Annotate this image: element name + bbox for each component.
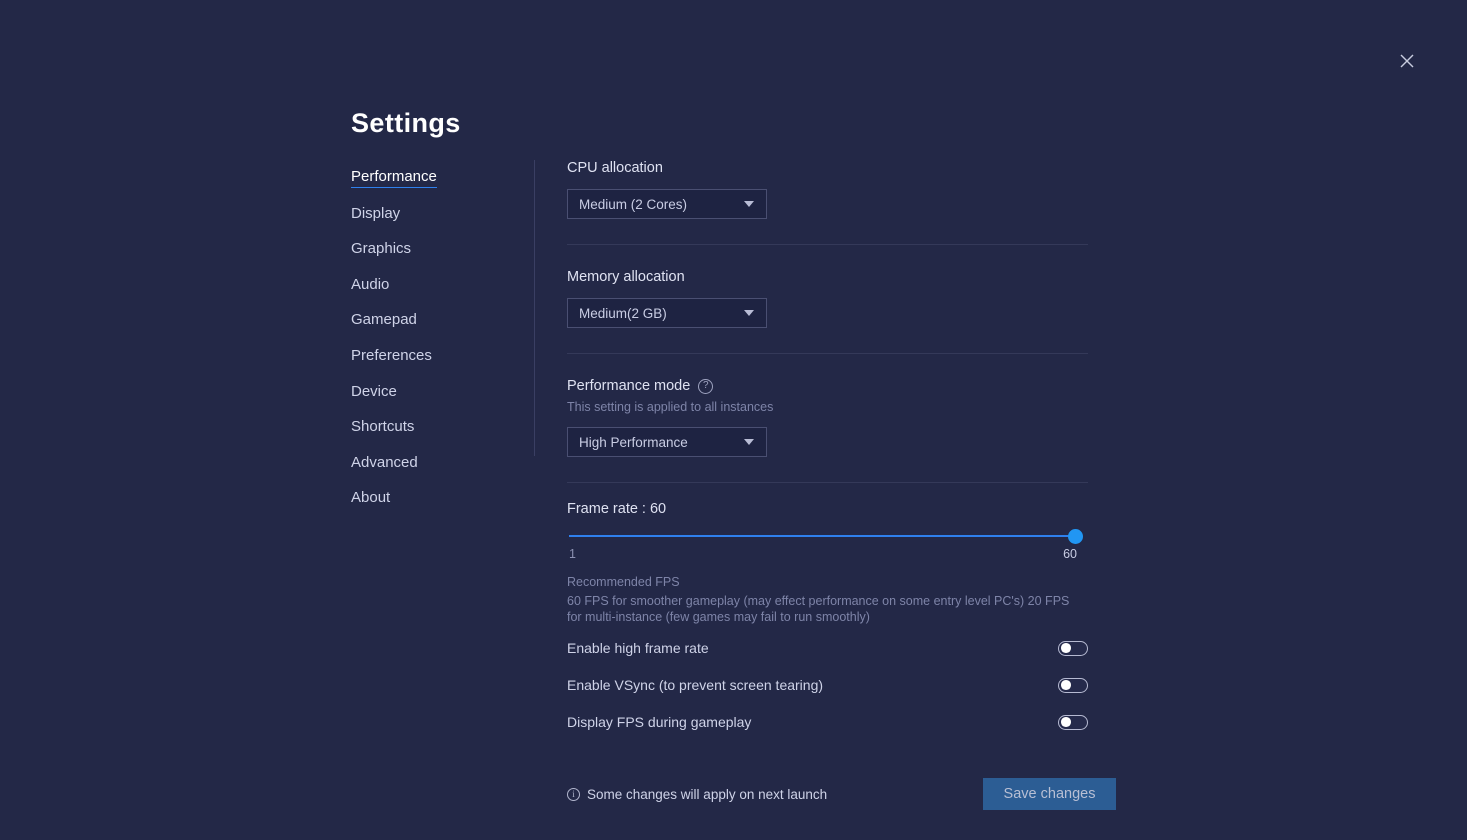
toggle-row: Enable VSync (to prevent screen tearing) — [567, 671, 1088, 699]
frame-rate-slider-track — [569, 535, 1075, 537]
toggle-row: Display FPS during gameplay — [567, 708, 1088, 736]
toggle-label-vsync: Enable VSync (to prevent screen tearing) — [567, 677, 824, 693]
sidebar-item-preferences[interactable]: Preferences — [351, 347, 432, 366]
recommended-fps-title: Recommended FPS — [567, 575, 680, 589]
toggle-label-high-frame-rate: Enable high frame rate — [567, 640, 709, 656]
performance-mode-select[interactable]: High Performance — [567, 427, 767, 457]
toggle-knob — [1061, 643, 1071, 653]
settings-content: CPU allocation Medium (2 Cores) Memory a… — [567, 160, 1116, 810]
frame-rate-max-label: 60 — [1063, 547, 1077, 561]
recommended-fps-body: 60 FPS for smoother gameplay (may effect… — [567, 594, 1070, 624]
settings-sidebar: Performance Display Graphics Audio Gamep… — [351, 168, 521, 525]
info-circle-icon: i — [567, 787, 580, 801]
next-launch-note-text: Some changes will apply on next launch — [587, 786, 828, 802]
sidebar-item-display[interactable]: Display — [351, 205, 400, 224]
settings-footer: i Some changes will apply on next launch… — [567, 778, 1116, 810]
performance-mode-section: Performance mode ? This setting is appli… — [567, 378, 1088, 457]
performance-mode-value: High Performance — [579, 434, 688, 450]
performance-mode-label: Performance mode — [567, 378, 691, 394]
memory-allocation-label: Memory allocation — [567, 269, 685, 285]
frame-rate-section: Frame rate : 60 1 60 — [567, 501, 1088, 563]
sidebar-item-shortcuts[interactable]: Shortcuts — [351, 418, 414, 437]
sidebar-item-device[interactable]: Device — [351, 383, 397, 402]
settings-window: Settings Performance Display Graphics Au… — [0, 0, 1467, 840]
sidebar-item-performance[interactable]: Performance — [351, 168, 437, 188]
chevron-down-icon — [744, 201, 754, 207]
cpu-allocation-value: Medium (2 Cores) — [579, 196, 688, 212]
memory-allocation-section: Memory allocation Medium(2 GB) — [567, 269, 1088, 328]
close-icon[interactable] — [1392, 46, 1422, 76]
memory-allocation-select[interactable]: Medium(2 GB) — [567, 298, 767, 328]
toggle-display-fps[interactable] — [1058, 714, 1088, 730]
chevron-down-icon — [744, 310, 754, 316]
cpu-allocation-select[interactable]: Medium (2 Cores) — [567, 189, 767, 219]
next-launch-note: i Some changes will apply on next launch — [567, 787, 827, 802]
toggle-knob — [1061, 717, 1071, 727]
toggle-label-display-fps: Display FPS during gameplay — [567, 714, 752, 730]
cpu-allocation-label: CPU allocation — [567, 160, 663, 176]
sidebar-item-gamepad[interactable]: Gamepad — [351, 311, 417, 330]
toggle-high-frame-rate[interactable] — [1058, 640, 1088, 656]
sidebar-item-graphics[interactable]: Graphics — [351, 240, 411, 259]
frame-rate-min-label: 1 — [569, 547, 576, 561]
sidebar-item-about[interactable]: About — [351, 489, 390, 508]
performance-mode-subtitle: This setting is applied to all instances — [567, 400, 774, 414]
chevron-down-icon — [744, 439, 754, 445]
toggle-vsync[interactable] — [1058, 677, 1088, 693]
sidebar-divider — [534, 160, 535, 456]
frame-rate-slider[interactable] — [567, 529, 1083, 544]
help-circle-icon[interactable]: ? — [698, 378, 714, 394]
cpu-allocation-section: CPU allocation Medium (2 Cores) — [567, 160, 1088, 219]
frame-rate-slider-thumb[interactable] — [1068, 529, 1083, 544]
page-title: Settings — [351, 108, 461, 138]
frame-rate-label: Frame rate : 60 — [567, 501, 667, 517]
memory-allocation-value: Medium(2 GB) — [579, 305, 667, 321]
sidebar-item-audio[interactable]: Audio — [351, 276, 389, 295]
toggle-row: Enable high frame rate — [567, 634, 1088, 662]
save-changes-button[interactable]: Save changes — [983, 778, 1116, 810]
sidebar-item-advanced[interactable]: Advanced — [351, 454, 418, 473]
toggle-knob — [1061, 680, 1071, 690]
